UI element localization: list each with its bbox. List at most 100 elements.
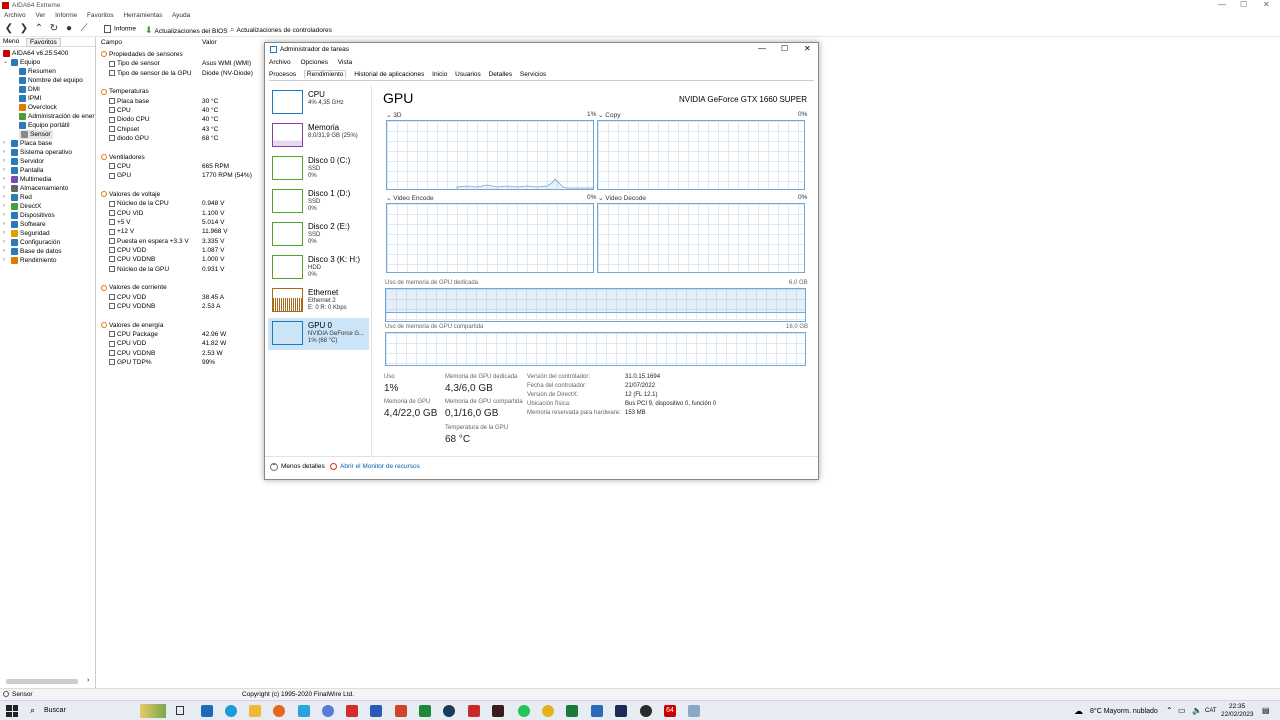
tree-expand-icon[interactable]: › bbox=[3, 247, 5, 256]
tm-close-button[interactable]: ✕ bbox=[804, 44, 811, 53]
sensor-row[interactable]: CPU VID bbox=[109, 210, 143, 217]
perf-item[interactable]: Memoria 8,0/31,9 GB (25%) bbox=[268, 120, 369, 152]
bios-update-button[interactable]: ⬇ Actualizaciones del BIOS bbox=[145, 25, 228, 36]
sensor-row[interactable]: Puesta en espera +3.3 V bbox=[109, 238, 189, 245]
sensor-row[interactable]: Tipo de sensor bbox=[109, 60, 160, 67]
sensor-row[interactable]: CPU VDD bbox=[109, 247, 146, 254]
menu-favoritos[interactable]: Favoritos bbox=[87, 12, 114, 19]
graph-copy[interactable] bbox=[597, 120, 805, 190]
refresh-icon[interactable]: ↻ bbox=[48, 23, 60, 35]
uplay-icon[interactable] bbox=[615, 705, 627, 717]
clock-time[interactable]: 22:35 bbox=[1229, 703, 1245, 710]
sensor-row[interactable]: CPU VDDNB bbox=[109, 350, 155, 357]
sensor-row[interactable]: GPU bbox=[109, 172, 131, 179]
menu-ver[interactable]: Ver bbox=[36, 12, 46, 19]
tab-inicio[interactable]: Inicio bbox=[432, 71, 447, 78]
graph-video-encode[interactable] bbox=[386, 203, 594, 273]
tree-expand-icon[interactable]: › bbox=[3, 211, 5, 220]
tree-item[interactable]: › Servidor bbox=[3, 157, 44, 166]
sensor-row[interactable]: Diodo CPU bbox=[109, 116, 150, 123]
network-app-icon[interactable] bbox=[591, 705, 603, 717]
tree-item[interactable]: › Configuración bbox=[3, 238, 60, 247]
tree-item[interactable]: › Pantalla bbox=[3, 166, 44, 175]
tab-rendimiento[interactable]: Rendimiento bbox=[303, 70, 347, 78]
minimize-button[interactable]: — bbox=[1218, 0, 1226, 9]
volume-icon[interactable]: 🔈 bbox=[1192, 706, 1202, 715]
tab-historial[interactable]: Historial de aplicaciones bbox=[354, 71, 424, 78]
graph-video-decode[interactable] bbox=[597, 203, 805, 273]
sensor-row[interactable]: CPU bbox=[109, 107, 131, 114]
chart-icon[interactable]: ⟋ bbox=[78, 23, 90, 35]
language-indicator[interactable]: CAT bbox=[1205, 708, 1217, 714]
forward-icon[interactable]: ❯ bbox=[18, 23, 30, 35]
tm-maximize-button[interactable]: ☐ bbox=[781, 44, 788, 53]
tree-item[interactable]: › Software bbox=[3, 220, 46, 229]
back-icon[interactable]: ❮ bbox=[3, 23, 15, 35]
tree-expand-icon[interactable]: › bbox=[3, 184, 5, 193]
tree-item[interactable]: Resumen bbox=[19, 67, 56, 76]
sensor-row[interactable]: Núcleo de la GPU bbox=[109, 266, 169, 273]
sensor-row[interactable]: Tipo de sensor de la GPU bbox=[109, 70, 192, 77]
red-app-icon[interactable] bbox=[346, 705, 358, 717]
tree-expand-icon[interactable]: › bbox=[3, 139, 5, 148]
tree-expand-icon[interactable]: › bbox=[3, 202, 5, 211]
task-view-icon[interactable] bbox=[176, 706, 184, 715]
column-header-valor[interactable]: Valor bbox=[202, 39, 217, 46]
tree-expand-icon[interactable]: › bbox=[3, 229, 5, 238]
sensor-row[interactable]: Placa base bbox=[109, 98, 149, 105]
tree-item[interactable]: DMI bbox=[19, 85, 40, 94]
perf-item[interactable]: Disco 0 (C:) SSD 0% bbox=[268, 153, 369, 185]
tree-item[interactable]: IPMI bbox=[19, 94, 41, 103]
network-icon[interactable]: ▭ bbox=[1178, 706, 1186, 715]
whatsapp-icon[interactable] bbox=[518, 705, 530, 717]
weather-text[interactable]: 8°C Mayorm. nublado bbox=[1090, 708, 1158, 715]
tree-item[interactable]: › Base de datos bbox=[3, 247, 62, 256]
pdf-icon[interactable] bbox=[468, 705, 480, 717]
notifications-icon[interactable]: ▤ bbox=[1262, 706, 1270, 715]
start-icon[interactable] bbox=[6, 705, 18, 717]
store-icon[interactable] bbox=[419, 705, 431, 717]
sensor-row[interactable]: CPU VDDNB bbox=[109, 303, 155, 310]
tab-menu[interactable]: Menú bbox=[3, 38, 19, 45]
tree-item[interactable]: › Red bbox=[3, 193, 32, 202]
tree-item[interactable]: AIDA64 v6.25.5400 bbox=[3, 49, 68, 58]
tree-item[interactable]: › DirectX bbox=[3, 202, 41, 211]
tree-item[interactable]: › Almacenamiento bbox=[3, 184, 68, 193]
powerpoint-icon[interactable] bbox=[395, 705, 407, 717]
tree-expand-icon[interactable]: › bbox=[3, 193, 5, 202]
mail-app-icon[interactable] bbox=[201, 705, 213, 717]
firefox-icon[interactable] bbox=[273, 705, 285, 717]
sensor-row[interactable]: CPU VDD bbox=[109, 340, 146, 347]
tree-expand-icon[interactable]: › bbox=[3, 148, 5, 157]
tree-item[interactable]: ⌄ Equipo bbox=[3, 58, 40, 67]
tree-item[interactable]: Equipo portátil bbox=[19, 121, 70, 130]
vpn-icon[interactable] bbox=[322, 705, 334, 717]
tree-item[interactable]: Overclock bbox=[19, 103, 57, 112]
clock-date[interactable]: 22/02/2023 bbox=[1221, 711, 1254, 718]
perf-item[interactable]: Disco 2 (E:) SSD 0% bbox=[268, 219, 369, 251]
task-manager-taskbar-icon[interactable] bbox=[688, 705, 700, 717]
tm-menu-archivo[interactable]: Archivo bbox=[269, 59, 291, 66]
perf-item[interactable]: Disco 1 (D:) SSD 0% bbox=[268, 186, 369, 218]
sensor-row[interactable]: CPU Package bbox=[109, 331, 158, 338]
sensor-row[interactable]: diodo GPU bbox=[109, 135, 149, 142]
dark-app-icon[interactable] bbox=[492, 705, 504, 717]
perf-item[interactable]: GPU 0 NVIDIA GeForce G... 1% (68 °C) bbox=[268, 318, 369, 350]
scroll-right-icon[interactable]: › bbox=[87, 677, 89, 684]
paint-icon[interactable] bbox=[298, 705, 310, 717]
less-details-button[interactable]: ⌃ Menos detalles bbox=[270, 463, 325, 471]
tree-item[interactable]: Administración de ener bbox=[19, 112, 94, 121]
sensor-row[interactable]: +12 V bbox=[109, 228, 134, 235]
up-icon[interactable]: ⌃ bbox=[33, 23, 45, 35]
tray-chevron-icon[interactable]: ⌃ bbox=[1166, 706, 1173, 715]
tree-expand-icon[interactable]: ⌄ bbox=[3, 58, 8, 67]
tab-servicios[interactable]: Servicios bbox=[520, 71, 546, 78]
menu-informe[interactable]: Informe bbox=[55, 12, 77, 19]
graph-shared-memory[interactable] bbox=[385, 332, 806, 366]
sensor-row[interactable]: Núcleo de la CPU bbox=[109, 200, 169, 207]
menu-herramientas[interactable]: Herramientas bbox=[123, 12, 162, 19]
close-button[interactable]: ✕ bbox=[1263, 0, 1270, 9]
file-explorer-icon[interactable] bbox=[249, 705, 261, 717]
tree-expand-icon[interactable]: › bbox=[3, 256, 5, 265]
tree-expand-icon[interactable]: › bbox=[3, 175, 5, 184]
